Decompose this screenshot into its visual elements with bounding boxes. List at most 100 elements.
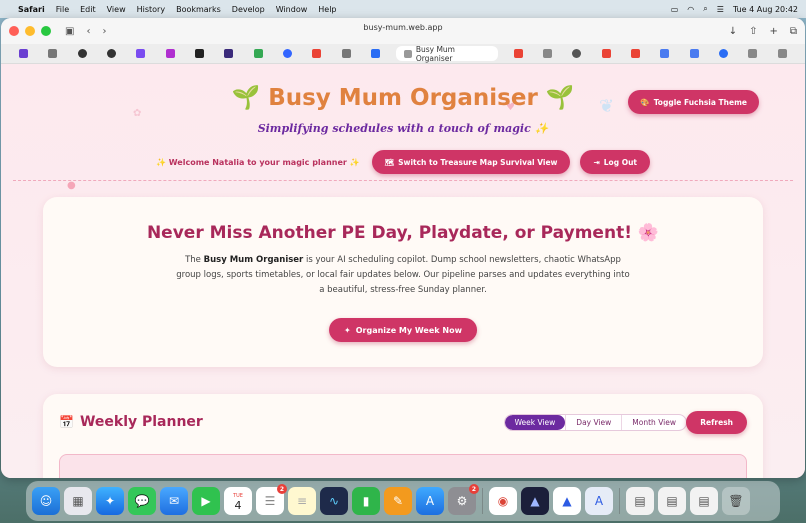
dashed-divider — [13, 180, 793, 181]
tab-favicon[interactable] — [592, 49, 621, 58]
battery-icon[interactable]: ▭ — [671, 5, 679, 14]
menu-app-name[interactable]: Safari — [18, 5, 45, 14]
forward-icon[interactable]: › — [102, 26, 106, 37]
share-icon[interactable]: ⇧ — [749, 26, 757, 37]
organize-week-button[interactable]: ✦ Organize My Week Now — [329, 318, 477, 342]
messages-icon[interactable]: 💬 — [128, 487, 156, 515]
macos-menubar: Safari File Edit View History Bookmarks … — [0, 0, 806, 18]
page-subtitle: Simplifying schedules with a touch of ma… — [257, 122, 549, 135]
logout-icon: ⇥ — [593, 157, 600, 167]
tab-favicon[interactable] — [156, 49, 185, 58]
menu-file[interactable]: File — [56, 5, 69, 14]
tab-favicon[interactable] — [244, 49, 273, 58]
toggle-theme-button[interactable]: 🎨 Toggle Fuchsia Theme — [628, 90, 759, 114]
tab-favicon[interactable] — [97, 49, 126, 58]
calendar-icon: 📅 — [59, 415, 74, 429]
toggle-theme-label: Toggle Fuchsia Theme — [653, 97, 747, 107]
tab-favicon[interactable] — [302, 49, 331, 58]
mail-icon[interactable]: ✉ — [160, 487, 188, 515]
tab-favicon[interactable] — [562, 49, 591, 58]
zoom-window-button[interactable] — [41, 26, 51, 36]
menubar-datetime[interactable]: Tue 4 Aug 20:42 — [733, 5, 798, 14]
tab-favicon[interactable] — [68, 49, 97, 58]
app-store-icon[interactable]: A — [416, 487, 444, 515]
tab-favicon[interactable] — [680, 49, 709, 58]
treasure-map-view-button[interactable]: 🗺 Switch to Treasure Map Survival View — [371, 150, 571, 174]
tab-favicon[interactable] — [533, 49, 562, 58]
downloads-icon[interactable]: ↓ — [729, 26, 737, 37]
system-settings-icon[interactable]: ⚙ 2 — [448, 484, 479, 515]
freeform-icon[interactable]: ∿ — [320, 487, 348, 515]
menu-bookmarks[interactable]: Bookmarks — [176, 5, 221, 14]
close-window-button[interactable] — [9, 26, 19, 36]
menu-window[interactable]: Window — [276, 5, 308, 14]
trash-icon[interactable]: 🗑 — [722, 487, 750, 515]
logout-label: Log Out — [603, 157, 637, 167]
tab-favicon[interactable] — [504, 49, 533, 58]
back-icon[interactable]: ‹ — [86, 26, 90, 37]
finder-icon[interactable]: ☺ — [32, 487, 60, 515]
tab-busy-mum-organiser[interactable]: Busy Mum Organiser — [396, 45, 498, 63]
tab-favicon[interactable] — [361, 49, 390, 58]
new-tab-icon[interactable]: + — [769, 26, 777, 37]
chrome-icon[interactable]: ◉ — [489, 487, 517, 515]
notes-icon[interactable]: ≡ — [288, 487, 316, 515]
wifi-icon[interactable]: ◠ — [687, 5, 694, 14]
tab-favicon[interactable] — [214, 49, 243, 58]
magic-wand-icon: ✦ — [344, 325, 351, 335]
tab-favicon[interactable] — [738, 49, 767, 58]
ai-app-icon[interactable]: ▲ — [521, 487, 549, 515]
tab-favicon[interactable] — [126, 49, 155, 58]
document-stack-icon[interactable]: ▤ — [690, 487, 718, 515]
intro-description: The Busy Mum Organiser is your AI schedu… — [173, 253, 633, 298]
tab-favicon[interactable] — [185, 49, 214, 58]
control-center-icon[interactable]: ☰ — [717, 5, 724, 14]
menu-view[interactable]: View — [107, 5, 126, 14]
tab-favicon[interactable] — [650, 49, 679, 58]
weekly-planner-card: 📅 Weekly Planner Week View Day View Mont… — [43, 394, 763, 478]
week-view-tab[interactable]: Week View — [504, 415, 566, 430]
calendar-app-icon[interactable]: TUE 4 — [224, 487, 252, 515]
settings-badge: 2 — [469, 484, 479, 494]
document-stack-icon[interactable]: ▤ — [658, 487, 686, 515]
tab-favicon[interactable] — [38, 49, 67, 58]
toolbar-actions: ↓ ⇧ + ⧉ — [729, 26, 797, 37]
status-area: ▭ ◠ ⌕ ☰ Tue 4 Aug 20:42 — [671, 4, 798, 14]
tab-overview-icon[interactable]: ⧉ — [790, 26, 797, 37]
ai-app-alt-icon[interactable]: ▲ — [553, 487, 581, 515]
safari-icon[interactable]: ✦ — [96, 487, 124, 515]
tab-favicon[interactable] — [768, 49, 797, 58]
logout-button[interactable]: ⇥ Log Out — [580, 150, 650, 174]
planner-title: 📅 Weekly Planner — [59, 414, 203, 430]
tab-favicon-icon — [404, 49, 412, 58]
refresh-button[interactable]: Refresh — [686, 411, 747, 434]
menu-help[interactable]: Help — [318, 5, 336, 14]
document-stack-icon[interactable]: ▤ — [626, 487, 654, 515]
search-icon[interactable]: ⌕ — [703, 4, 707, 14]
day-view-tab[interactable]: Day View — [565, 415, 621, 430]
tab-favicon[interactable] — [709, 49, 738, 58]
menu-history[interactable]: History — [137, 5, 165, 14]
address-bar[interactable]: busy-mum.web.app — [363, 23, 442, 32]
sidebar-toggle-icon[interactable]: ▣ — [65, 26, 74, 37]
pages-icon[interactable]: ✎ — [384, 487, 412, 515]
tab-favicon[interactable] — [332, 49, 361, 58]
menu-edit[interactable]: Edit — [80, 5, 96, 14]
minimize-window-button[interactable] — [25, 26, 35, 36]
sprout-icon: 🌱 — [231, 85, 261, 111]
macos-dock: ☺ ▦ ✦ 💬 ✉ ▶ TUE 4 ☰ 2 ≡ ∿ ▮ ✎ A ⚙ 2 ◉ ▲ ▲ … — [26, 481, 780, 521]
month-view-tab[interactable]: Month View — [621, 415, 686, 430]
tab-favicon[interactable] — [9, 49, 38, 58]
reminders-badge: 2 — [277, 484, 287, 494]
xcode-instruments-icon[interactable]: A — [585, 487, 613, 515]
planner-content-area — [59, 454, 747, 478]
launchpad-icon[interactable]: ▦ — [64, 487, 92, 515]
menu-develop[interactable]: Develop — [232, 5, 265, 14]
tab-favicon[interactable] — [621, 49, 650, 58]
sprout-icon: 🌱 — [545, 85, 575, 111]
tab-favicon[interactable] — [273, 49, 302, 58]
tab-bar: Busy Mum Organiser — [1, 44, 805, 64]
facetime-icon[interactable]: ▶ — [192, 487, 220, 515]
numbers-icon[interactable]: ▮ — [352, 487, 380, 515]
reminders-icon[interactable]: ☰ 2 — [256, 484, 287, 515]
